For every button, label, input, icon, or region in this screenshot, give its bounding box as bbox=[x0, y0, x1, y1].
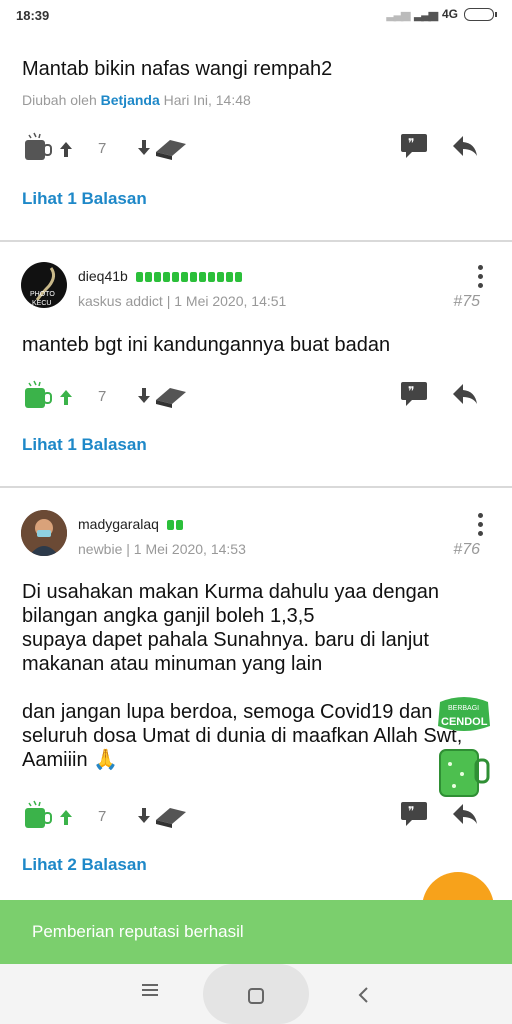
arrow-down-icon bbox=[138, 808, 150, 823]
back-icon[interactable] bbox=[356, 984, 370, 1010]
edited-prefix: Diubah oleh bbox=[22, 92, 97, 108]
arrow-down-icon bbox=[138, 140, 150, 155]
comment-icon: ❞ bbox=[401, 134, 427, 158]
edited-by-link[interactable]: Betjanda bbox=[101, 92, 160, 108]
menu-icon[interactable] bbox=[142, 978, 160, 1004]
post-comment-1: Mantab bikin nafas wangi rempah2 Diubah … bbox=[0, 32, 512, 240]
post-number: #76 bbox=[453, 541, 480, 558]
view-replies-link[interactable]: Lihat 1 Balasan bbox=[22, 189, 147, 209]
network-label: 4G bbox=[441, 7, 458, 21]
svg-text:❞: ❞ bbox=[408, 384, 414, 398]
view-replies-link[interactable]: Lihat 1 Balasan bbox=[22, 435, 147, 455]
signal-icon-2: ▂▃▅ bbox=[414, 7, 438, 21]
quote-button[interactable]: ❞ bbox=[400, 380, 428, 413]
post-text: manteb bgt ini kandungannya buat badan bbox=[22, 334, 391, 356]
svg-text:❞: ❞ bbox=[408, 136, 414, 150]
cendol-upvote-button[interactable] bbox=[22, 130, 78, 171]
cup-icon bbox=[25, 132, 52, 160]
arrow-up-icon bbox=[60, 390, 72, 405]
reputation-bar bbox=[166, 520, 183, 531]
arrow-up-icon bbox=[60, 810, 72, 825]
status-time: 18:39 bbox=[16, 8, 50, 23]
comment-icon: ❞ bbox=[401, 802, 427, 826]
post-number: #75 bbox=[453, 293, 480, 310]
toast-notification: Pemberian reputasi berhasil bbox=[0, 900, 512, 964]
reply-button[interactable] bbox=[451, 382, 479, 411]
edited-time: Hari Ini, 14:48 bbox=[163, 92, 251, 108]
user-rank-date: kaskus addict | 1 Mei 2020, 14:51 bbox=[78, 293, 287, 309]
post-text-line: supaya dapet pahala Sunahnya. baru di la… bbox=[22, 629, 429, 651]
post-comment-75: PHOTO KECU dieq41b kaskus addict | 1 Mei… bbox=[0, 242, 512, 486]
badge-line1: BERBAGI bbox=[448, 705, 479, 712]
cup-icon bbox=[25, 380, 52, 408]
svg-text:KECU: KECU bbox=[32, 300, 51, 307]
user-rank-date: newbie | 1 Mei 2020, 14:53 bbox=[78, 541, 246, 557]
reply-icon bbox=[453, 384, 477, 404]
signal-icon: ▂▃▅ bbox=[386, 7, 411, 21]
vote-count: 7 bbox=[98, 388, 107, 405]
cendol-upvote-button[interactable] bbox=[22, 378, 78, 419]
username-text: madygaralaq bbox=[78, 516, 159, 532]
avatar[interactable]: PHOTO KECU bbox=[21, 262, 67, 308]
avatar-text: PHOTO bbox=[30, 291, 55, 298]
username[interactable]: dieq41b bbox=[78, 268, 242, 284]
bata-downvote-button[interactable] bbox=[134, 798, 190, 839]
post-text-line: makanan atau minuman yang lain bbox=[22, 653, 323, 675]
brick-icon bbox=[156, 808, 186, 828]
cendol-glass-icon bbox=[439, 749, 490, 797]
cup-icon bbox=[25, 800, 52, 828]
quote-button[interactable]: ❞ bbox=[400, 800, 428, 833]
post-actions: 7 ❞ bbox=[0, 378, 512, 414]
more-options-icon[interactable] bbox=[478, 265, 484, 292]
reply-icon bbox=[453, 804, 477, 824]
reply-button[interactable] bbox=[451, 802, 479, 831]
post-text-line bbox=[22, 676, 492, 700]
brick-icon bbox=[156, 140, 186, 160]
battery-icon bbox=[464, 7, 497, 21]
vote-count: 7 bbox=[98, 808, 107, 825]
more-options-icon[interactable] bbox=[478, 513, 484, 540]
reputation-bar bbox=[135, 272, 242, 283]
arrow-up-icon bbox=[60, 142, 72, 157]
post-text: Mantab bikin nafas wangi rempah2 bbox=[22, 58, 333, 80]
cendol-upvote-button[interactable] bbox=[22, 798, 78, 839]
svg-text:❞: ❞ bbox=[408, 804, 414, 818]
bata-downvote-button[interactable] bbox=[134, 130, 190, 171]
status-icons: ▂▃▅ ▂▃▅ 4G bbox=[386, 7, 497, 21]
share-cendol-button[interactable]: BERBAGI CENDOL bbox=[434, 692, 494, 802]
post-text: Di usahakan makan Kurma dahulu yaa denga… bbox=[22, 580, 492, 772]
username[interactable]: madygaralaq bbox=[78, 516, 183, 532]
bata-downvote-button[interactable] bbox=[134, 378, 190, 419]
vote-count: 7 bbox=[98, 140, 107, 157]
post-text-line: Di usahakan makan Kurma dahulu yaa denga… bbox=[22, 581, 439, 603]
post-actions: 7 ❞ bbox=[0, 130, 512, 166]
quote-button[interactable]: ❞ bbox=[400, 132, 428, 165]
status-bar: 18:39 ▂▃▅ ▂▃▅ 4G bbox=[0, 0, 512, 32]
reply-icon bbox=[453, 136, 477, 156]
arrow-down-icon bbox=[138, 388, 150, 403]
post-text-line: dan jangan lupa berdoa, semoga Covid19 d… bbox=[22, 701, 433, 723]
brick-icon bbox=[156, 388, 186, 408]
toast-message: Pemberian reputasi berhasil bbox=[32, 922, 244, 941]
comment-icon: ❞ bbox=[401, 382, 427, 406]
reply-button[interactable] bbox=[451, 134, 479, 163]
avatar[interactable] bbox=[21, 510, 67, 556]
username-text: dieq41b bbox=[78, 268, 128, 284]
home-icon[interactable] bbox=[247, 985, 265, 1011]
badge-line2: CENDOL bbox=[441, 716, 488, 728]
view-replies-link[interactable]: Lihat 2 Balasan bbox=[22, 855, 147, 875]
post-text-line: seluruh dosa Umat di dunia di maafkan Al… bbox=[22, 725, 463, 747]
post-text-line: bilangan angka ganjil boleh 1,3,5 bbox=[22, 605, 315, 627]
edited-info: Diubah oleh Betjanda Hari Ini, 14:48 bbox=[22, 92, 251, 108]
post-text-line: Aamiiin 🙏 bbox=[22, 749, 119, 771]
post-actions: 7 ❞ bbox=[0, 798, 512, 834]
